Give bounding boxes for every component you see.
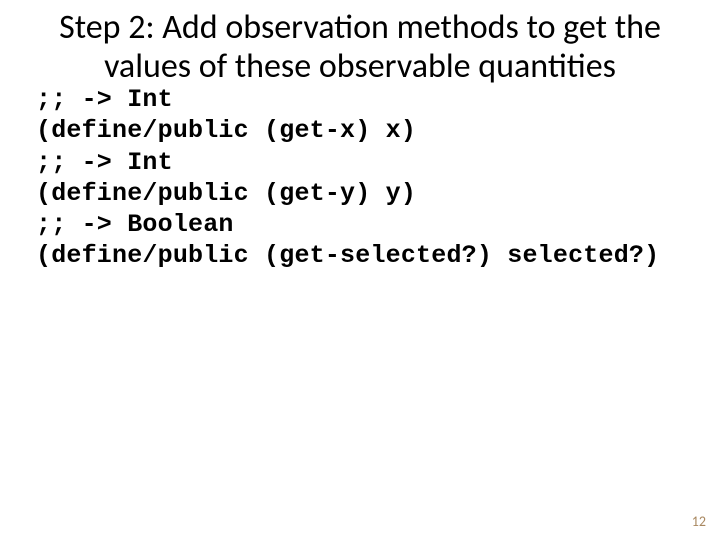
page-number: 12 — [692, 513, 706, 530]
code-line: ;; -> Int — [36, 148, 173, 177]
slide: Step 2: Add observation methods to get t… — [0, 0, 720, 540]
slide-title: Step 2: Add observation methods to get t… — [0, 0, 720, 86]
code-line: ;; -> Boolean — [36, 210, 234, 239]
code-line: ;; -> Int — [36, 85, 173, 114]
code-line: (define/public (get-x) x) — [36, 116, 416, 145]
code-block: ;; -> Int (define/public (get-x) x) ;; -… — [0, 84, 720, 272]
code-line: (define/public (get-selected?) selected?… — [36, 241, 659, 270]
code-line: (define/public (get-y) y) — [36, 179, 416, 208]
